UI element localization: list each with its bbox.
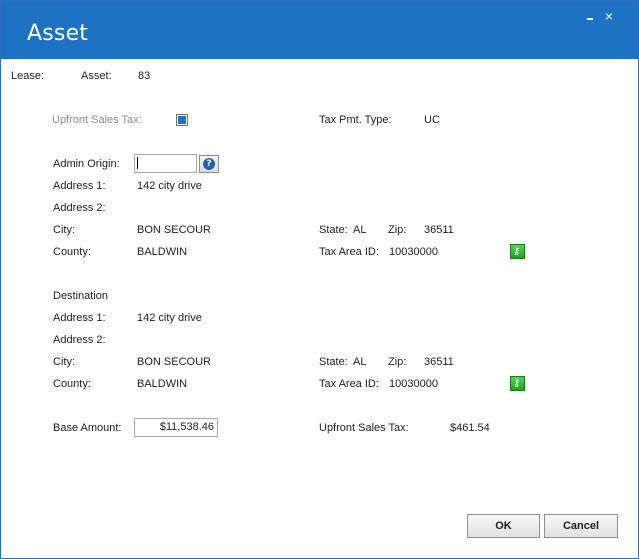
admin-origin-help-button[interactable]: ? — [199, 155, 219, 173]
origin-city-label: City: — [53, 224, 75, 236]
dest-address1-value: 142 city drive — [137, 312, 202, 324]
origin-zip-label: Zip: — [388, 224, 407, 236]
tax-pmt-type-label: Tax Pmt. Type: — [319, 114, 392, 126]
ok-button[interactable]: OK — [467, 514, 540, 538]
admin-origin-input[interactable] — [134, 154, 197, 173]
dest-tax-area-lookup-button[interactable]: ⚷ — [510, 376, 525, 391]
minimize-icon — [587, 18, 593, 20]
dest-state-label: State: — [319, 356, 348, 368]
dest-state-value: AL — [353, 356, 367, 368]
admin-origin-label: Admin Origin: — [53, 158, 120, 170]
asset-dialog: Asset × Lease: Asset: 83 Upfront Sales T… — [0, 0, 639, 559]
origin-address1-value: 142 city drive — [137, 180, 202, 192]
dialog-title: Asset — [27, 21, 89, 46]
origin-state-value: AL — [353, 224, 367, 236]
dest-tax-area-label: Tax Area ID: — [319, 378, 379, 390]
dest-county-value: BALDWIN — [137, 378, 188, 390]
dest-zip-label: Zip: — [388, 356, 407, 368]
origin-city-value: BON SECOUR — [137, 224, 211, 236]
dest-city-value: BON SECOUR — [137, 356, 211, 368]
help-icon: ? — [203, 158, 215, 170]
origin-state-label: State: — [319, 224, 348, 236]
origin-county-value: BALDWIN — [137, 246, 188, 258]
dest-county-label: County: — [53, 378, 91, 390]
destination-heading: Destination — [53, 290, 109, 302]
origin-address1-label: Address 1: — [53, 180, 106, 192]
base-amount-input[interactable]: $11,538.46 — [134, 418, 218, 437]
cancel-button[interactable]: Cancel — [544, 514, 618, 538]
asset-label: Asset: — [81, 70, 112, 82]
origin-tax-area-label: Tax Area ID: — [319, 246, 379, 258]
checkbox-check-mark — [178, 116, 186, 124]
upfront-sales-tax-label: Upfront Sales Tax: — [52, 114, 142, 126]
origin-address2-label: Address 2: — [53, 202, 106, 214]
dest-address2-label: Address 2: — [53, 334, 106, 346]
origin-county-label: County: — [53, 246, 91, 258]
title-bar[interactable]: Asset × — [1, 1, 638, 59]
dest-tax-area-value: 10030000 — [389, 378, 438, 390]
dest-zip-value: 36511 — [424, 356, 454, 368]
upfront-tax-amount-label: Upfront Sales Tax: — [319, 422, 409, 434]
origin-tax-area-lookup-button[interactable]: ⚷ — [510, 244, 525, 259]
close-button[interactable]: × — [601, 8, 617, 24]
base-amount-label: Base Amount: — [53, 422, 122, 434]
upfront-sales-tax-checkbox[interactable] — [176, 114, 188, 126]
origin-tax-area-value: 10030000 — [389, 246, 438, 258]
upfront-tax-amount-value: $461.54 — [450, 422, 490, 434]
dest-address1-label: Address 1: — [53, 312, 106, 324]
asset-value: 83 — [138, 70, 151, 82]
dest-city-label: City: — [53, 356, 75, 368]
minimize-button[interactable] — [584, 8, 600, 24]
tax-pmt-type-value: UC — [424, 114, 440, 126]
origin-zip-value: 36511 — [424, 224, 454, 236]
key-icon: ⚷ — [513, 246, 521, 257]
lease-label: Lease: — [11, 70, 45, 82]
key-icon: ⚷ — [513, 378, 521, 389]
